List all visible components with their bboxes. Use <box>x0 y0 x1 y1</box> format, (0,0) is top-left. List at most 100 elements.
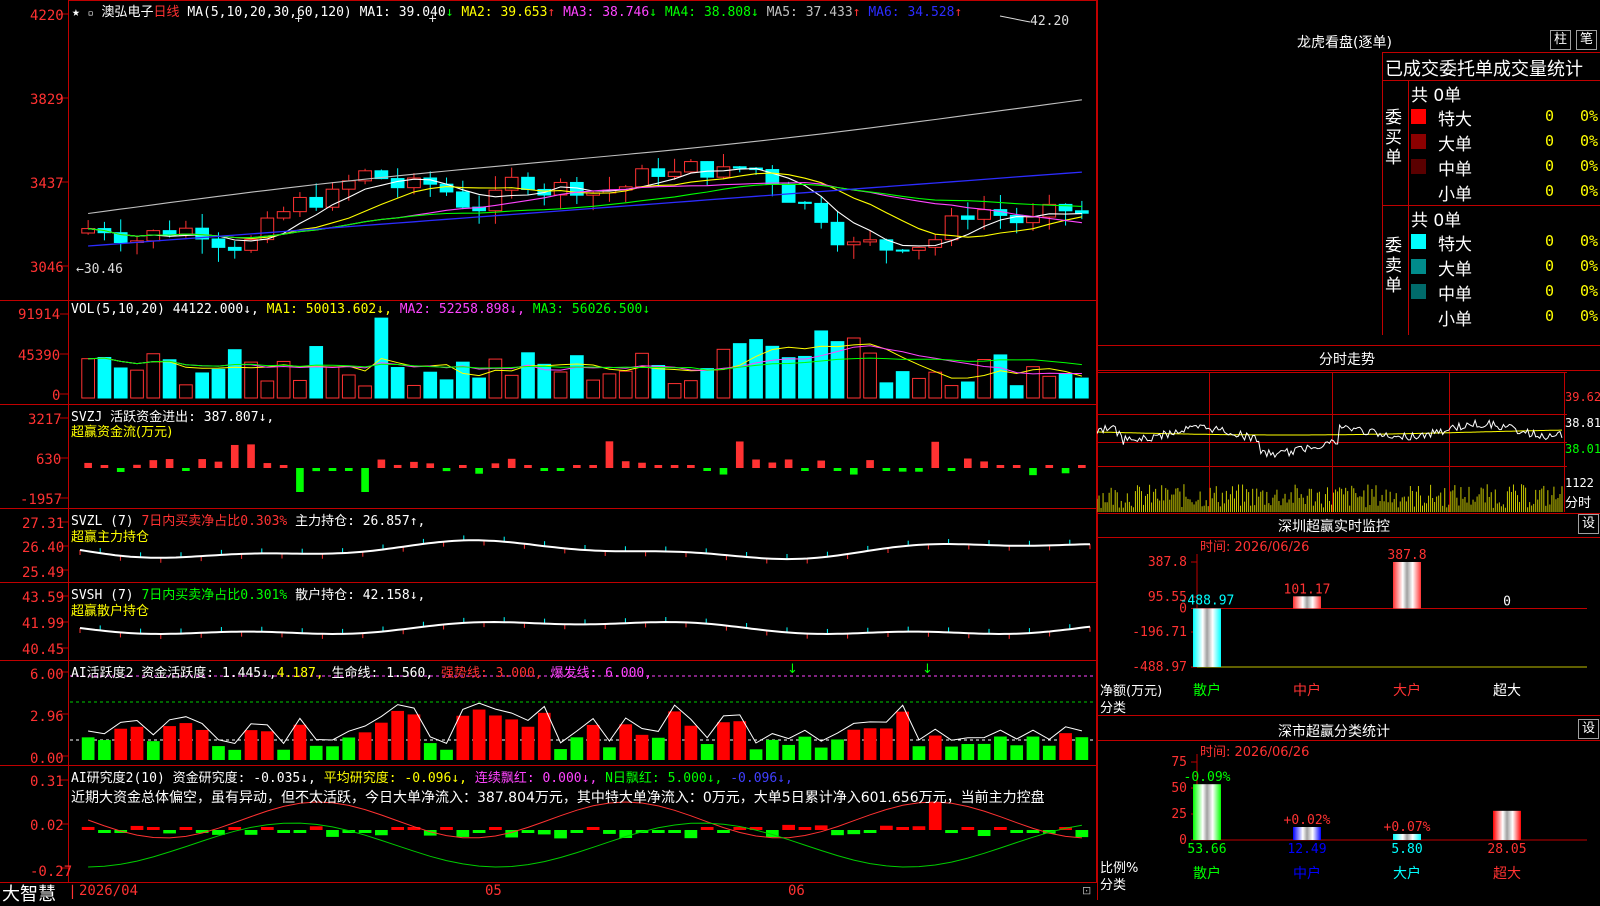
research-bar <box>668 830 681 833</box>
volume-bar <box>130 369 144 399</box>
activity-bar <box>423 743 437 760</box>
flow-bar <box>296 468 304 492</box>
volume-bar <box>358 385 372 399</box>
activity-bar <box>244 730 258 760</box>
dragon-panel-title: 龙虎看盘(逐单) <box>1297 35 1392 51</box>
volume-bar <box>749 339 763 399</box>
activity-bar <box>880 728 893 760</box>
kline-chart-area[interactable] <box>0 0 1100 900</box>
research-bar <box>717 830 730 833</box>
y-tick-label: 25 <box>1171 807 1187 822</box>
activity-bar <box>668 711 681 760</box>
activity-bar <box>863 728 877 760</box>
candle-body <box>928 239 943 248</box>
research-bar <box>961 827 975 830</box>
volume-bar <box>912 377 926 399</box>
flow-bar <box>589 465 597 468</box>
flow-bar <box>247 444 255 468</box>
buy-row-1: 特大 0 0% <box>1411 104 1600 130</box>
y-tick-label: 0 <box>1179 833 1187 848</box>
candle-body <box>390 178 405 189</box>
bar-value-label: 0 <box>1503 594 1511 609</box>
volume-bar <box>895 371 910 399</box>
class-bar-chart: 7550250-0.09%53.66散户+0.02%12.49中户+0.07%5… <box>1171 754 1587 882</box>
candle-body <box>960 215 975 220</box>
svsh-y-tick-2: 41.99 <box>22 616 65 632</box>
research-bar <box>586 827 600 830</box>
research-bar <box>798 827 812 830</box>
candle-body <box>912 246 926 251</box>
sell-count: 0 <box>1545 232 1555 250</box>
star-icon[interactable]: ★ <box>72 5 80 20</box>
research-bar <box>375 830 388 836</box>
flow-bar <box>1012 465 1021 468</box>
ma-arrow-4: ↓ <box>750 5 767 20</box>
buy-row-2: 大单 0 0% <box>1411 129 1600 155</box>
intraday-chart[interactable] <box>1097 372 1600 512</box>
intraday-tick-5: 分时 <box>1565 496 1592 511</box>
research-bar <box>945 830 958 834</box>
buy-row-3: 中单 0 0% <box>1411 154 1600 180</box>
activity-bar <box>749 749 763 760</box>
activity-bar <box>831 739 844 760</box>
flow-bar <box>263 463 272 468</box>
ai2-y-tick-2: 2.96 <box>30 709 64 725</box>
activity-bar <box>1042 745 1056 760</box>
activity-bar <box>342 737 356 760</box>
volume-bar <box>684 380 698 399</box>
class-settings-button[interactable]: 设 <box>1578 719 1600 739</box>
activity-bar <box>945 746 958 760</box>
period-label[interactable]: 日线 <box>154 5 180 20</box>
activity-bar <box>586 724 600 760</box>
bar-view-button[interactable]: 柱 <box>1550 30 1572 50</box>
y-tick-label: 75 <box>1171 755 1187 770</box>
activity-bar <box>358 732 372 760</box>
flow-bar <box>116 468 125 472</box>
volume-bar <box>439 379 454 399</box>
volume-bar <box>423 371 438 399</box>
ai3-y-tick-2: 0.02 <box>30 818 64 834</box>
ai2-y-tick-3: 0.00 <box>30 751 64 767</box>
candle-body <box>895 249 910 252</box>
category-bar <box>1193 608 1221 667</box>
activity-bar <box>260 731 274 760</box>
buy-name: 小单 <box>1438 185 1472 205</box>
candle-body <box>488 189 503 212</box>
flow-bar <box>801 468 809 471</box>
lock-icon[interactable]: ⊡ <box>1082 884 1091 897</box>
research-bar <box>472 830 486 833</box>
stock-name: 澳弘电子 <box>101 5 154 20</box>
volume-bar <box>1009 385 1024 399</box>
sell-row-2: 大单 0 0% <box>1411 254 1600 280</box>
monitor-settings-button[interactable]: 设 <box>1578 514 1600 534</box>
candle-body <box>309 196 324 208</box>
vol-value-3: MA2: 52258.898↓, <box>399 302 533 317</box>
activity-bar <box>912 746 926 760</box>
activity-bar <box>114 728 128 760</box>
pen-view-button[interactable]: 笔 <box>1576 30 1598 50</box>
category-bar <box>1393 562 1421 609</box>
buy-count: 0 <box>1545 157 1555 175</box>
activity-bar <box>994 736 1007 760</box>
ai3-nday: N日飘红: 5.000↓, <box>605 771 723 786</box>
order-stats-tabs[interactable]: 已成交委托单成交量统计 <box>1385 55 1583 81</box>
sell-swatch <box>1411 284 1426 299</box>
flow-bar <box>654 465 663 468</box>
research-bars <box>81 801 1089 868</box>
ma-arrow-5: ↑ <box>852 5 869 20</box>
candle-body <box>227 246 242 251</box>
candle-body <box>211 238 226 248</box>
arrow-down-icon-2: ↓ <box>922 662 933 677</box>
volume-bar <box>472 377 486 399</box>
category-label: 中户 <box>1293 682 1321 699</box>
volume-bar <box>162 359 177 399</box>
flow-bar <box>687 465 695 468</box>
research-bar <box>326 830 339 837</box>
flow-bar <box>670 465 679 468</box>
flow-bar <box>524 465 532 468</box>
activity-bar <box>619 724 633 760</box>
volume-bar <box>667 383 682 399</box>
volume-bar <box>928 371 943 399</box>
research-bar <box>489 827 502 830</box>
sell-name: 小单 <box>1438 310 1472 330</box>
